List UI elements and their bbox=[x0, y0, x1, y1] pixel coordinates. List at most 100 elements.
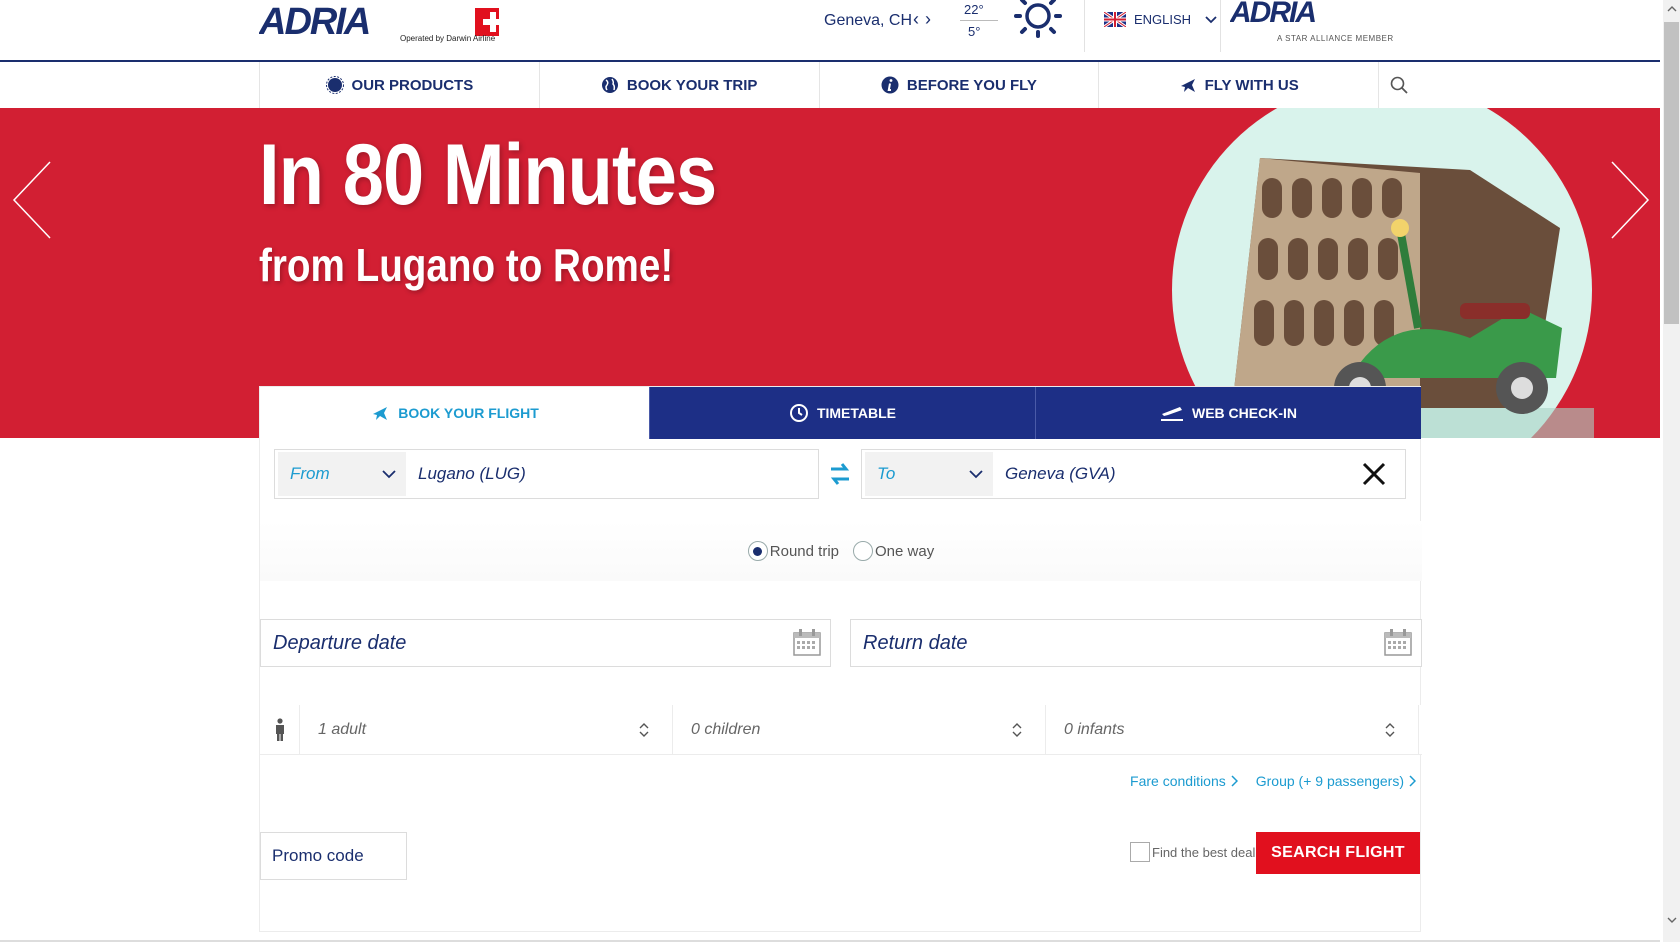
link-label: Group (+ 9 passengers) bbox=[1255, 773, 1404, 789]
site-header: ADRIA Operated by Darwin Airline Geneva,… bbox=[0, 0, 1660, 62]
tab-timetable[interactable]: TIMETABLE bbox=[649, 387, 1035, 439]
calendar-icon[interactable] bbox=[1383, 628, 1413, 658]
return-date-field[interactable]: Return date bbox=[850, 619, 1422, 667]
clock-icon bbox=[789, 404, 808, 422]
language-label: ENGLISH bbox=[1134, 12, 1192, 27]
temp-divider bbox=[960, 20, 998, 21]
scrollbar[interactable] bbox=[1663, 0, 1680, 942]
children-value: 0 children bbox=[691, 720, 761, 738]
tab-label: WEB CHECK-IN bbox=[1192, 405, 1297, 421]
svg-text:ADRIA: ADRIA bbox=[259, 4, 369, 43]
return-date-placeholder: Return date bbox=[863, 631, 968, 654]
language-selector[interactable]: ENGLISH bbox=[1104, 12, 1217, 27]
round-trip-radio[interactable]: Round trip bbox=[747, 541, 839, 561]
chevron-down-icon bbox=[969, 469, 983, 478]
hero-subtitle: from Lugano to Rome! bbox=[259, 239, 674, 291]
infants-value: 0 infants bbox=[1064, 720, 1125, 738]
from-value: Lugano (LUG) bbox=[418, 464, 526, 483]
close-icon[interactable] bbox=[1359, 459, 1389, 489]
tab-label: BOOK YOUR FLIGHT bbox=[398, 405, 539, 421]
departure-icon bbox=[1161, 407, 1183, 421]
infants-stepper[interactable]: 0 infants bbox=[1046, 704, 1419, 755]
to-dropdown[interactable]: To bbox=[865, 452, 993, 496]
temp-high: 22° bbox=[964, 2, 984, 17]
adria-star-alliance-logo[interactable]: ADRIA bbox=[1230, 0, 1410, 30]
main-nav: OUR PRODUCTS BOOK YOUR TRIP BEFORE YOU F… bbox=[0, 62, 1660, 108]
departure-date-placeholder: Departure date bbox=[273, 631, 407, 654]
nav-label: BOOK YOUR TRIP bbox=[626, 76, 758, 94]
to-label: To bbox=[877, 464, 896, 483]
nav-book-your-trip[interactable]: BOOK YOUR TRIP bbox=[540, 62, 820, 108]
hero-title: In 80 Minutes bbox=[259, 127, 717, 223]
person-icon bbox=[260, 704, 300, 755]
swap-icon[interactable] bbox=[828, 461, 852, 487]
best-deal-label: Find the best deal bbox=[1152, 844, 1256, 860]
nav-before-you-fly[interactable]: BEFORE YOU FLY bbox=[820, 62, 1100, 108]
uk-flag-icon bbox=[1104, 12, 1126, 27]
adults-stepper[interactable]: 1 adult bbox=[300, 704, 673, 755]
scroll-up-arrow[interactable] bbox=[1663, 0, 1680, 17]
radio-label: One way bbox=[875, 542, 935, 560]
group-booking-link[interactable]: Group (+ 9 passengers) bbox=[1256, 773, 1416, 789]
adults-value: 1 adult bbox=[318, 720, 367, 738]
booking-widget: BOOK YOUR FLIGHT TIMETABLE WEB CHECK-IN bbox=[259, 386, 1422, 932]
scroll-down-arrow[interactable] bbox=[1663, 912, 1680, 929]
calendar-icon[interactable] bbox=[792, 628, 822, 658]
plane-icon bbox=[373, 407, 388, 420]
search-flight-label: SEARCH FLIGHT bbox=[1271, 844, 1405, 861]
up-down-chevron-icon[interactable] bbox=[1011, 721, 1023, 739]
plane-icon bbox=[1180, 79, 1195, 92]
info-icon bbox=[881, 76, 899, 94]
chevron-right-icon bbox=[1231, 775, 1238, 787]
trip-type-selector: Round trip One way bbox=[260, 521, 1422, 581]
tab-label: TIMETABLE bbox=[816, 405, 897, 421]
from-field[interactable]: From Lugano (LUG) bbox=[274, 449, 819, 499]
children-stepper[interactable]: 0 children bbox=[673, 704, 1046, 755]
to-value: Geneva (GVA) bbox=[1005, 464, 1116, 483]
nav-fly-with-us[interactable]: FLY WITH US bbox=[1099, 62, 1380, 108]
to-field[interactable]: To Geneva (GVA) bbox=[861, 449, 1406, 499]
chevron-down-icon bbox=[1205, 15, 1217, 23]
temp-low: 5° bbox=[968, 24, 981, 39]
search-flight-button[interactable]: SEARCH FLIGHT bbox=[1256, 832, 1420, 874]
logo-tagline: Operated by Darwin Airline bbox=[400, 34, 496, 43]
scroll-thumb[interactable] bbox=[1664, 22, 1679, 324]
best-deal-option[interactable]: Find the best deal bbox=[1130, 842, 1255, 862]
slider-next-arrow[interactable] bbox=[1608, 160, 1652, 240]
search-button[interactable] bbox=[1379, 62, 1419, 108]
departure-date-field[interactable]: Departure date bbox=[260, 619, 831, 667]
radio-label: Round trip bbox=[769, 542, 839, 560]
nav-label: FLY WITH US bbox=[1204, 76, 1299, 94]
svg-text:ADRIA: ADRIA bbox=[1230, 0, 1315, 29]
nav-label: OUR PRODUCTS bbox=[351, 76, 474, 94]
search-icon bbox=[1390, 76, 1408, 94]
slider-prev-arrow[interactable] bbox=[10, 160, 54, 240]
radio-button[interactable] bbox=[747, 541, 768, 561]
promo-code-field[interactable]: Promo code bbox=[260, 832, 407, 880]
radio-button[interactable] bbox=[853, 541, 873, 561]
from-label: From bbox=[290, 464, 330, 483]
header-divider bbox=[1084, 0, 1085, 52]
up-down-chevron-icon[interactable] bbox=[638, 721, 650, 739]
nav-label: BEFORE YOU FLY bbox=[906, 76, 1037, 94]
radio-selected-dot bbox=[753, 546, 763, 556]
badge-icon bbox=[325, 76, 344, 94]
booking-tabs: BOOK YOUR FLIGHT TIMETABLE WEB CHECK-IN bbox=[260, 387, 1422, 439]
page: ADRIA Operated by Darwin Airline Geneva,… bbox=[0, 0, 1680, 942]
link-label: Fare conditions bbox=[1130, 773, 1226, 789]
tab-web-check-in[interactable]: WEB CHECK-IN bbox=[1035, 387, 1421, 439]
up-down-chevron-icon[interactable] bbox=[1384, 721, 1396, 739]
tab-book-your-flight[interactable]: BOOK YOUR FLIGHT bbox=[260, 387, 649, 439]
promo-code-label: Promo code bbox=[272, 846, 364, 865]
best-deal-checkbox[interactable] bbox=[1130, 842, 1150, 862]
passenger-selector: 1 adult 0 children 0 infants bbox=[260, 704, 1422, 755]
nav-our-products[interactable]: OUR PRODUCTS bbox=[260, 62, 540, 108]
chevron-down-icon bbox=[382, 469, 396, 478]
from-dropdown[interactable]: From bbox=[278, 452, 406, 496]
star-alliance-tagline: A STAR ALLIANCE MEMBER bbox=[1277, 34, 1394, 43]
one-way-radio[interactable]: One way bbox=[853, 541, 934, 561]
fare-conditions-link[interactable]: Fare conditions bbox=[1130, 773, 1238, 789]
weather-prev-next[interactable]: ‹› bbox=[913, 9, 937, 30]
weather-city: Geneva, CH bbox=[824, 12, 913, 29]
header-divider bbox=[1220, 0, 1221, 52]
